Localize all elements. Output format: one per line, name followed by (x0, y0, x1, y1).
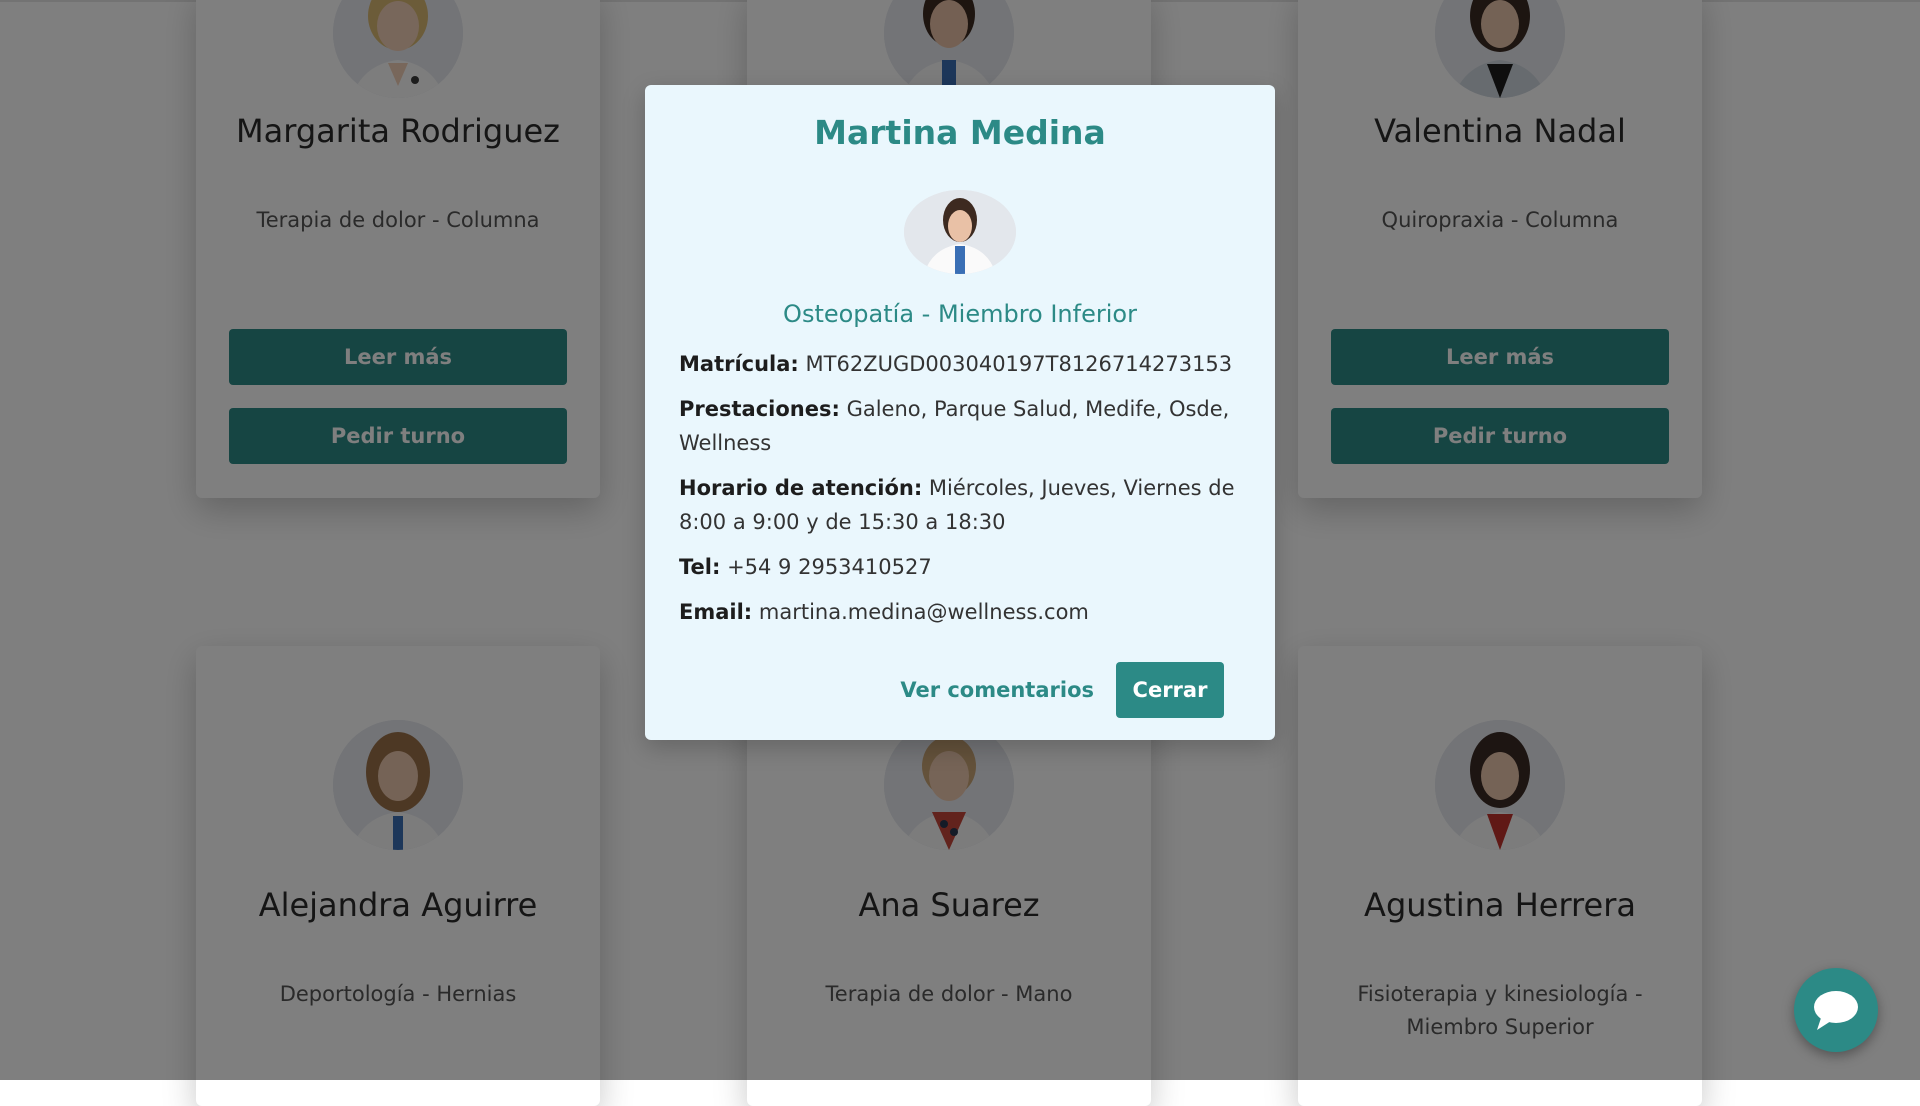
detail-prestaciones: Prestaciones: Galeno, Parque Salud, Medi… (679, 392, 1241, 460)
detail-matricula: Matrícula: MT62ZUGD003040197T81267142731… (679, 347, 1241, 381)
modal-details: Matrícula: MT62ZUGD003040197T81267142731… (679, 347, 1241, 640)
matricula-value: MT62ZUGD003040197T8126714273153 (805, 352, 1233, 376)
modal-footer: Ver comentarios Cerrar (900, 662, 1224, 718)
detail-email: Email: martina.medina@wellness.com (679, 595, 1241, 629)
modal-avatar-image (904, 190, 1016, 274)
detail-tel: Tel: +54 9 2953410527 (679, 550, 1241, 584)
chat-bubble-icon (1814, 991, 1858, 1030)
modal-title: Martina Medina (814, 113, 1106, 152)
detail-horario: Horario de atención: Miércoles, Jueves, … (679, 471, 1241, 539)
modal-avatar (904, 190, 1016, 274)
tel-value: +54 9 2953410527 (727, 555, 932, 579)
page: Margarita Rodriguez Terapia de dolor - C… (0, 0, 1920, 1106)
view-comments-link[interactable]: Ver comentarios (900, 678, 1094, 702)
chat-button[interactable] (1794, 968, 1878, 1052)
email-label: Email: (679, 600, 753, 624)
modal-specialty: Osteopatía - Miembro Inferior (783, 300, 1137, 328)
matricula-label: Matrícula: (679, 352, 799, 376)
close-button[interactable]: Cerrar (1116, 662, 1224, 718)
professional-detail-modal: Martina Medina Osteopatía - Miembro Infe… (645, 85, 1275, 740)
horario-label: Horario de atención: (679, 476, 923, 500)
tel-label: Tel: (679, 555, 721, 579)
prestaciones-label: Prestaciones: (679, 397, 840, 421)
email-value: martina.medina@wellness.com (758, 600, 1089, 624)
